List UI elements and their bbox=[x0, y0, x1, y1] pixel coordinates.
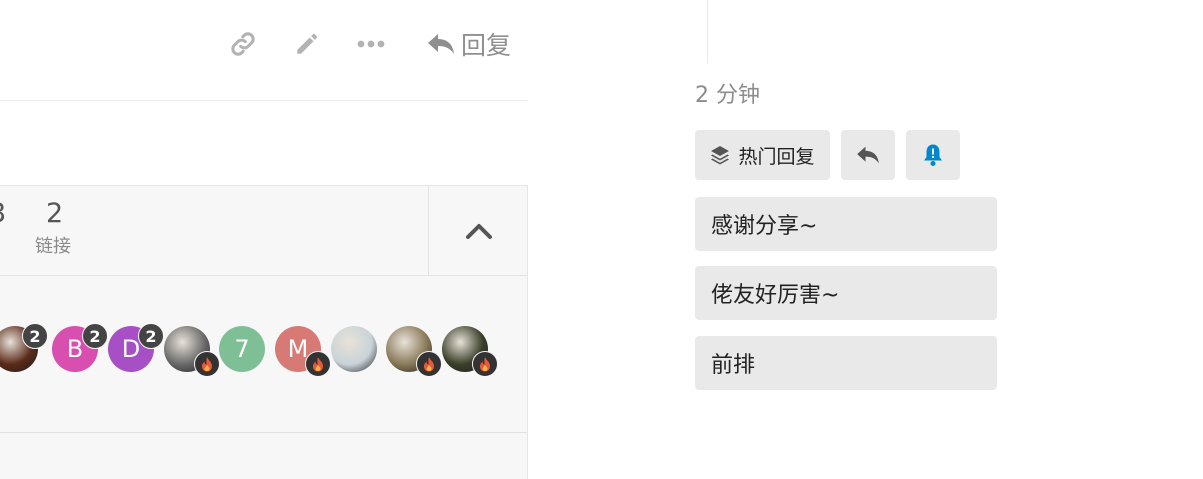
more-button[interactable] bbox=[350, 22, 392, 66]
links-label: 链接 bbox=[35, 236, 71, 257]
stat-count-partial: 3 bbox=[0, 198, 6, 229]
timeline-reply-button[interactable] bbox=[841, 130, 895, 180]
avatar-initial: 7 bbox=[234, 335, 250, 363]
quick-reply-item[interactable]: 前排 bbox=[695, 336, 997, 390]
notification-button[interactable] bbox=[906, 130, 960, 180]
divider bbox=[0, 100, 528, 101]
participant-avatar[interactable] bbox=[331, 326, 377, 372]
reply-label: 回复 bbox=[460, 31, 511, 60]
quick-reply-item[interactable]: 佬友好厉害~ bbox=[695, 266, 997, 320]
participant-avatar[interactable]: 7 bbox=[219, 326, 265, 372]
copy-link-button[interactable] bbox=[222, 22, 264, 66]
reply-icon bbox=[427, 34, 454, 54]
edit-button[interactable] bbox=[287, 22, 327, 66]
timeline-track bbox=[707, 0, 708, 63]
layers-icon bbox=[711, 146, 730, 165]
flame-badge-icon bbox=[416, 351, 442, 377]
post-actions-bar: 回复 bbox=[0, 0, 528, 100]
post-count-badge: 2 bbox=[138, 323, 164, 349]
hot-replies-button[interactable]: 热门回复 bbox=[695, 130, 830, 180]
bell-alert-icon bbox=[924, 144, 942, 166]
avatar-initial: B bbox=[66, 335, 84, 363]
time-ago-label: 2 分钟 bbox=[695, 83, 760, 108]
flame-badge-icon bbox=[194, 351, 220, 377]
post-count-badge: 2 bbox=[82, 323, 108, 349]
flame-badge-icon bbox=[305, 351, 331, 377]
reply-button[interactable]: 回复 bbox=[418, 22, 520, 66]
links-count: 2 bbox=[46, 198, 64, 229]
collapse-button[interactable] bbox=[428, 186, 528, 275]
topic-map-stats: 3 2 链接 bbox=[0, 186, 527, 276]
ellipsis-icon bbox=[357, 40, 385, 48]
topic-summary: 3 2 链接 2B2D27M bbox=[0, 185, 528, 479]
reply-icon bbox=[857, 146, 879, 164]
chevron-up-icon bbox=[465, 223, 492, 239]
participants-list: 2B2D27M bbox=[0, 276, 527, 433]
post-count-badge: 2 bbox=[22, 323, 48, 349]
hot-replies-label: 热门回复 bbox=[738, 145, 815, 168]
link-icon bbox=[231, 32, 255, 56]
quick-reply-item[interactable]: 感谢分享~ bbox=[695, 197, 997, 251]
pencil-icon bbox=[297, 33, 318, 54]
flame-badge-icon bbox=[472, 351, 498, 377]
